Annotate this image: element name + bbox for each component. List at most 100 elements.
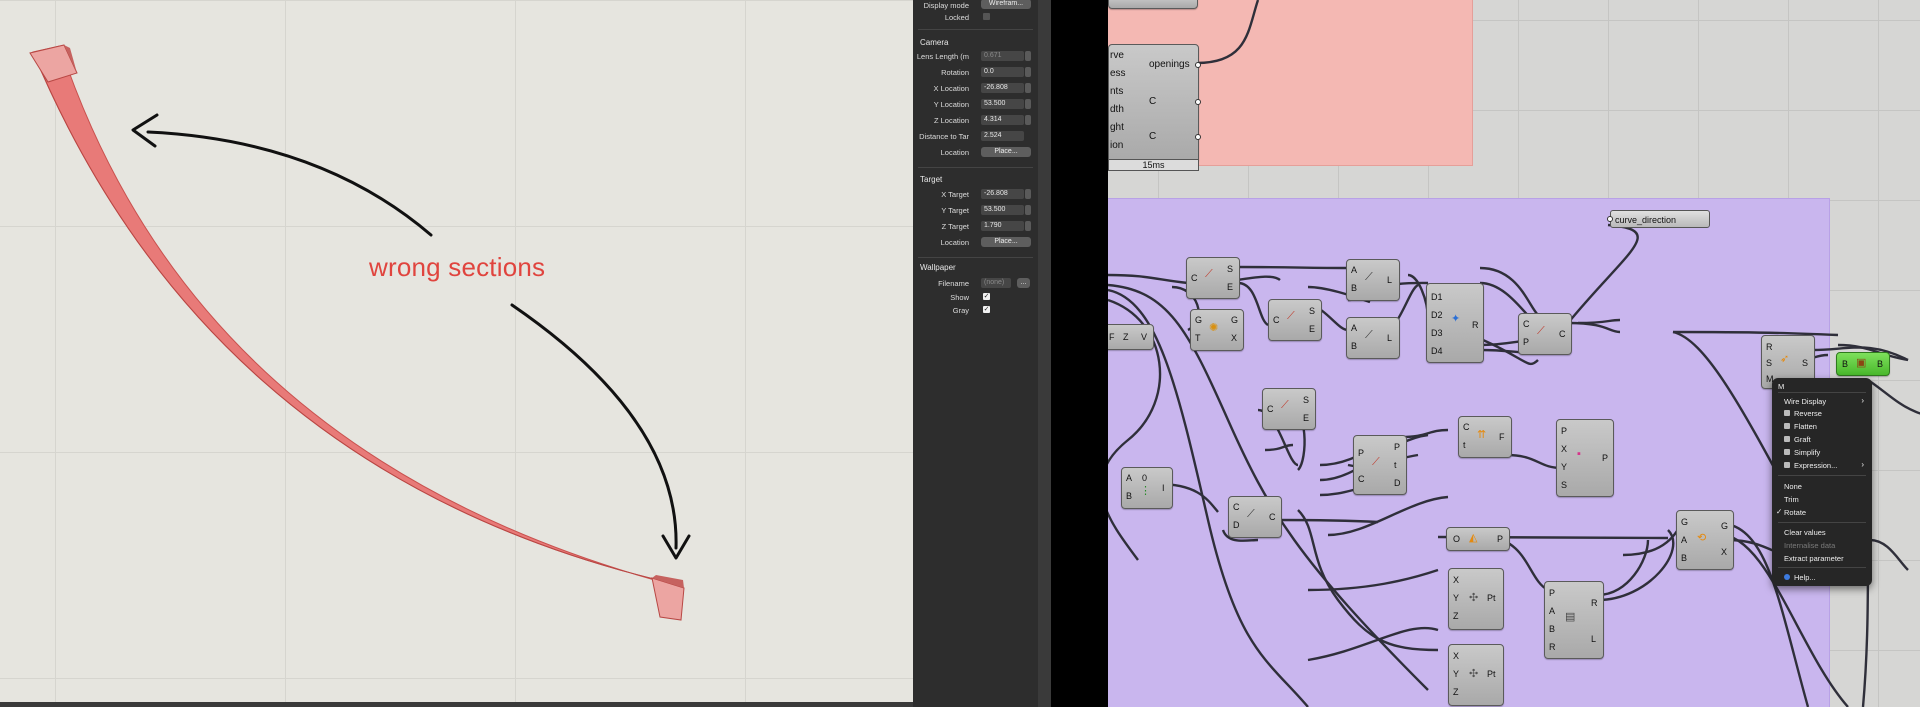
- menu-separator: [1778, 567, 1866, 568]
- menu-item-clear-values[interactable]: Clear values: [1784, 528, 1826, 537]
- vector-component[interactable]: F Z V: [1108, 324, 1154, 350]
- rectangle-component[interactable]: P X Y S ▪ P: [1556, 419, 1614, 497]
- menu-separator: [1778, 475, 1866, 476]
- locked-checkbox[interactable]: [983, 13, 990, 20]
- panel-scrollbar[interactable]: [1038, 0, 1051, 707]
- menu-item-help[interactable]: Help...: [1794, 573, 1816, 582]
- end-points-component-2[interactable]: C ⟋ S E: [1268, 299, 1322, 341]
- divider: [918, 167, 1033, 168]
- brep-param[interactable]: B ▣ B: [1836, 352, 1890, 376]
- curve-icon: ⟋: [1537, 325, 1545, 337]
- end-points-component[interactable]: C ⟋ S E: [1186, 257, 1240, 299]
- construct-point-1[interactable]: X Y Z ✣ Pt: [1448, 568, 1504, 630]
- rotation-field[interactable]: 0.0: [981, 67, 1024, 77]
- x-location-field[interactable]: -26.808: [981, 83, 1024, 93]
- input-grip[interactable]: [1607, 216, 1613, 222]
- y-target-field[interactable]: 53.500: [981, 205, 1024, 215]
- distance-field[interactable]: 2.524: [981, 131, 1024, 141]
- plane-component[interactable]: O ◭ P: [1446, 527, 1510, 551]
- gray-checkbox[interactable]: ✓: [983, 306, 990, 313]
- curved-beam: [32, 45, 685, 589]
- stepper[interactable]: [1025, 221, 1031, 231]
- chevron-right-icon: ›: [1861, 460, 1864, 469]
- menu-item-none[interactable]: None: [1784, 482, 1802, 491]
- wallpaper-section-title: Wallpaper: [920, 263, 956, 272]
- curve-direction-panel[interactable]: curve_direction: [1610, 210, 1710, 228]
- openings-component[interactable]: rve ess nts dth ght ion openings C C: [1108, 44, 1201, 163]
- 3d-viewport[interactable]: wrong sections: [0, 0, 913, 702]
- stepper[interactable]: [1025, 99, 1031, 109]
- box-component[interactable]: P A B R ▤ R L: [1544, 581, 1604, 659]
- z-location-field[interactable]: 4.314: [981, 115, 1024, 125]
- curve-icon: ⟋: [1281, 399, 1289, 411]
- stepper[interactable]: [1025, 189, 1031, 199]
- chevron-right-icon: ›: [1861, 396, 1864, 405]
- line-icon: ⟋: [1365, 271, 1373, 283]
- y-target-row: Y Target 53.500: [913, 205, 1038, 218]
- menu-item-wire-display[interactable]: Wire Display: [1784, 397, 1826, 406]
- end-points-component-3[interactable]: C ⟋ S E: [1262, 388, 1316, 430]
- grasshopper-canvas[interactable]: rve ess nts dth ght ion openings C C 15m…: [1108, 0, 1920, 707]
- menu-item-trim[interactable]: Trim: [1784, 495, 1799, 504]
- stepper[interactable]: [1025, 205, 1031, 215]
- menu-item-simplify[interactable]: Simplify: [1794, 448, 1820, 457]
- rotate-component[interactable]: G A B ⟲ G X: [1676, 510, 1734, 570]
- target-place-button[interactable]: Place...: [981, 237, 1031, 247]
- lens-length-field[interactable]: 0.671: [981, 51, 1024, 61]
- menu-item-rotate[interactable]: Rotate: [1784, 508, 1806, 517]
- curve-icon: ⟋: [1287, 310, 1295, 322]
- shatter-component[interactable]: C D ⟋ C: [1228, 496, 1282, 538]
- curve-closest-point[interactable]: P C ⟋ P t D: [1353, 435, 1407, 495]
- filename-field[interactable]: (none): [981, 278, 1011, 288]
- stepper[interactable]: [1025, 83, 1031, 93]
- stepper[interactable]: [1025, 51, 1031, 61]
- cut-off-node[interactable]: [1108, 0, 1198, 9]
- menu-item-flatten[interactable]: Flatten: [1794, 422, 1817, 431]
- closest-point-component[interactable]: C P ⟋ C: [1518, 313, 1572, 355]
- stepper[interactable]: [1025, 67, 1031, 77]
- lens-length-row: Lens Length (m 0.671: [913, 51, 1038, 64]
- rectangle-icon: ▪: [1577, 448, 1581, 460]
- menu-header: M: [1778, 382, 1785, 391]
- display-mode-select[interactable]: Wirefram...: [981, 0, 1031, 9]
- help-icon: [1784, 574, 1790, 580]
- point-on-curve-icon: ⟋: [1372, 456, 1380, 468]
- divider: [918, 29, 1033, 30]
- line-component-2[interactable]: A B ⟋ L: [1346, 317, 1400, 359]
- output-grip[interactable]: [1195, 134, 1201, 140]
- series-component[interactable]: A B 0 ⋮ I: [1121, 467, 1173, 509]
- construct-point-2[interactable]: X Y Z ✣ Pt: [1448, 644, 1504, 706]
- z-location-row: Z Location 4.314: [913, 115, 1038, 128]
- show-row: Show ✓: [950, 293, 990, 302]
- menu-item-reverse[interactable]: Reverse: [1794, 409, 1822, 418]
- menu-item-graft[interactable]: Graft: [1794, 435, 1811, 444]
- timer-bar: 15ms: [1108, 159, 1199, 171]
- menu-separator: [1778, 392, 1866, 393]
- display-mode-row: Display mode Wirefram...: [913, 0, 1038, 13]
- menu-item-internalise-data: Internalise data: [1784, 541, 1836, 550]
- camera-place-button[interactable]: Place...: [981, 147, 1031, 157]
- output-grip[interactable]: [1195, 62, 1201, 68]
- simplify-icon: [1784, 449, 1790, 455]
- frame-component[interactable]: C t ⇈ F: [1458, 416, 1512, 458]
- output-grip[interactable]: [1195, 99, 1201, 105]
- y-location-row: Y Location 53.500: [913, 99, 1038, 112]
- shatter-icon: ⟋: [1247, 508, 1255, 520]
- point-icon: ✣: [1469, 668, 1479, 680]
- line-component-1[interactable]: A B ⟋ L: [1346, 259, 1400, 301]
- distance-row: Distance to Tar 2.524: [913, 131, 1038, 144]
- z-target-field[interactable]: 1.790: [981, 221, 1024, 231]
- show-checkbox[interactable]: ✓: [983, 293, 990, 300]
- menu-item-extract-parameter[interactable]: Extract parameter: [1784, 554, 1844, 563]
- viewport-bottom-bar: [0, 702, 913, 707]
- evaluate-component[interactable]: G T ✺ G X: [1190, 309, 1244, 351]
- merge-component[interactable]: D1 D2 D3 D4 ✦ R: [1426, 283, 1484, 363]
- menu-item-expression[interactable]: Expression...: [1794, 461, 1837, 470]
- y-location-field[interactable]: 53.500: [981, 99, 1024, 109]
- target-section-title: Target: [920, 175, 943, 184]
- frame-icon: ⇈: [1477, 429, 1487, 441]
- x-target-field[interactable]: -26.808: [981, 189, 1024, 199]
- browse-button[interactable]: ...: [1017, 278, 1030, 288]
- stepper[interactable]: [1025, 115, 1031, 125]
- brep-icon: ▣: [1856, 357, 1867, 369]
